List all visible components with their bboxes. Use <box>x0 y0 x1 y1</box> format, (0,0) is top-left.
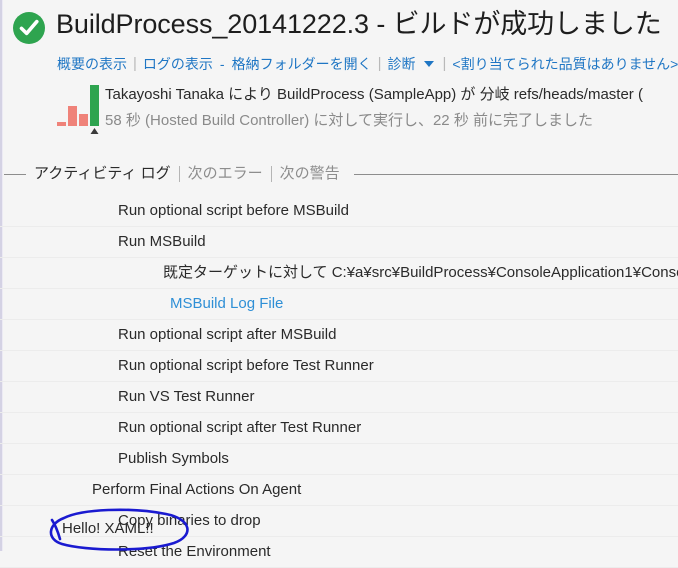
log-row-label: Run VS Test Runner <box>118 388 255 405</box>
log-row[interactable]: Run MSBuild <box>0 227 678 258</box>
log-row[interactable]: Run optional script before Test Runner <box>0 351 678 382</box>
build-summary-line-1: Takayoshi Tanaka により BuildProcess (Sampl… <box>105 86 643 103</box>
log-row[interactable]: Run optional script after MSBuild <box>0 320 678 351</box>
log-tabs: アクティビティ ログ 次のエラー 次の警告 <box>0 160 678 188</box>
build-summary: Takayoshi Tanaka により BuildProcess (Sampl… <box>0 82 678 144</box>
log-row[interactable]: Perform Final Actions On Agent <box>0 475 678 506</box>
open-drop-folder-link[interactable]: 格納フォルダーを開く <box>227 54 377 74</box>
build-quality-link[interactable]: <割り当てられた品質はありません> <box>447 54 678 74</box>
log-row-label: Publish Symbols <box>118 450 229 467</box>
tabs-rule-right <box>353 173 678 175</box>
log-row[interactable]: Run optional script after Test Runner <box>0 413 678 444</box>
build-history-bar-chart-icon <box>57 84 101 136</box>
build-toolbar: 概要の表示 | ログの表示 - 格納フォルダーを開く | 診断 | <割り当てら… <box>52 52 678 76</box>
log-row-label: Run MSBuild <box>118 233 206 250</box>
chevron-down-icon[interactable] <box>424 61 435 67</box>
tab-next-error[interactable]: 次のエラー <box>180 163 271 185</box>
log-row-label: Run optional script after Test Runner <box>118 419 362 436</box>
page-title: BuildProcess_20141222.3 - ビルドが成功しました <box>56 9 662 39</box>
toolbar-dash: - <box>219 56 225 72</box>
log-row[interactable]: Run optional script before MSBuild <box>0 196 678 227</box>
diagnostics-link[interactable]: 診断 <box>382 54 420 74</box>
log-row[interactable]: Publish Symbols <box>0 444 678 475</box>
success-check-icon <box>12 11 46 45</box>
log-row[interactable]: Run VS Test Runner <box>0 382 678 413</box>
log-row-label: 既定ターゲットに対して C:¥a¥src¥BuildProcess¥Consol… <box>163 264 678 281</box>
log-row-label: Run optional script before MSBuild <box>118 202 349 219</box>
build-summary-line-2: 58 秒 (Hosted Build Controller) に対して実行し、2… <box>105 112 593 129</box>
annotation-text: Hello! XAML!! <box>62 520 154 537</box>
tabs-rule-left <box>4 173 26 175</box>
log-row-label: Perform Final Actions On Agent <box>92 481 302 498</box>
build-summary-text: Takayoshi Tanaka により BuildProcess (Sampl… <box>105 82 643 134</box>
log-row[interactable]: 既定ターゲットに対して C:¥a¥src¥BuildProcess¥Consol… <box>0 258 678 289</box>
msbuild-log-file-link[interactable]: MSBuild Log File <box>170 295 283 312</box>
view-log-link[interactable]: ログの表示 <box>138 54 218 74</box>
view-summary-link[interactable]: 概要の表示 <box>52 54 132 74</box>
log-row[interactable]: MSBuild Log File <box>0 289 678 320</box>
log-row-label: Run optional script before Test Runner <box>118 357 374 374</box>
log-row-label: Run optional script after MSBuild <box>118 326 337 343</box>
tab-activity-log[interactable]: アクティビティ ログ <box>26 163 179 185</box>
tab-next-warning[interactable]: 次の警告 <box>272 163 348 185</box>
